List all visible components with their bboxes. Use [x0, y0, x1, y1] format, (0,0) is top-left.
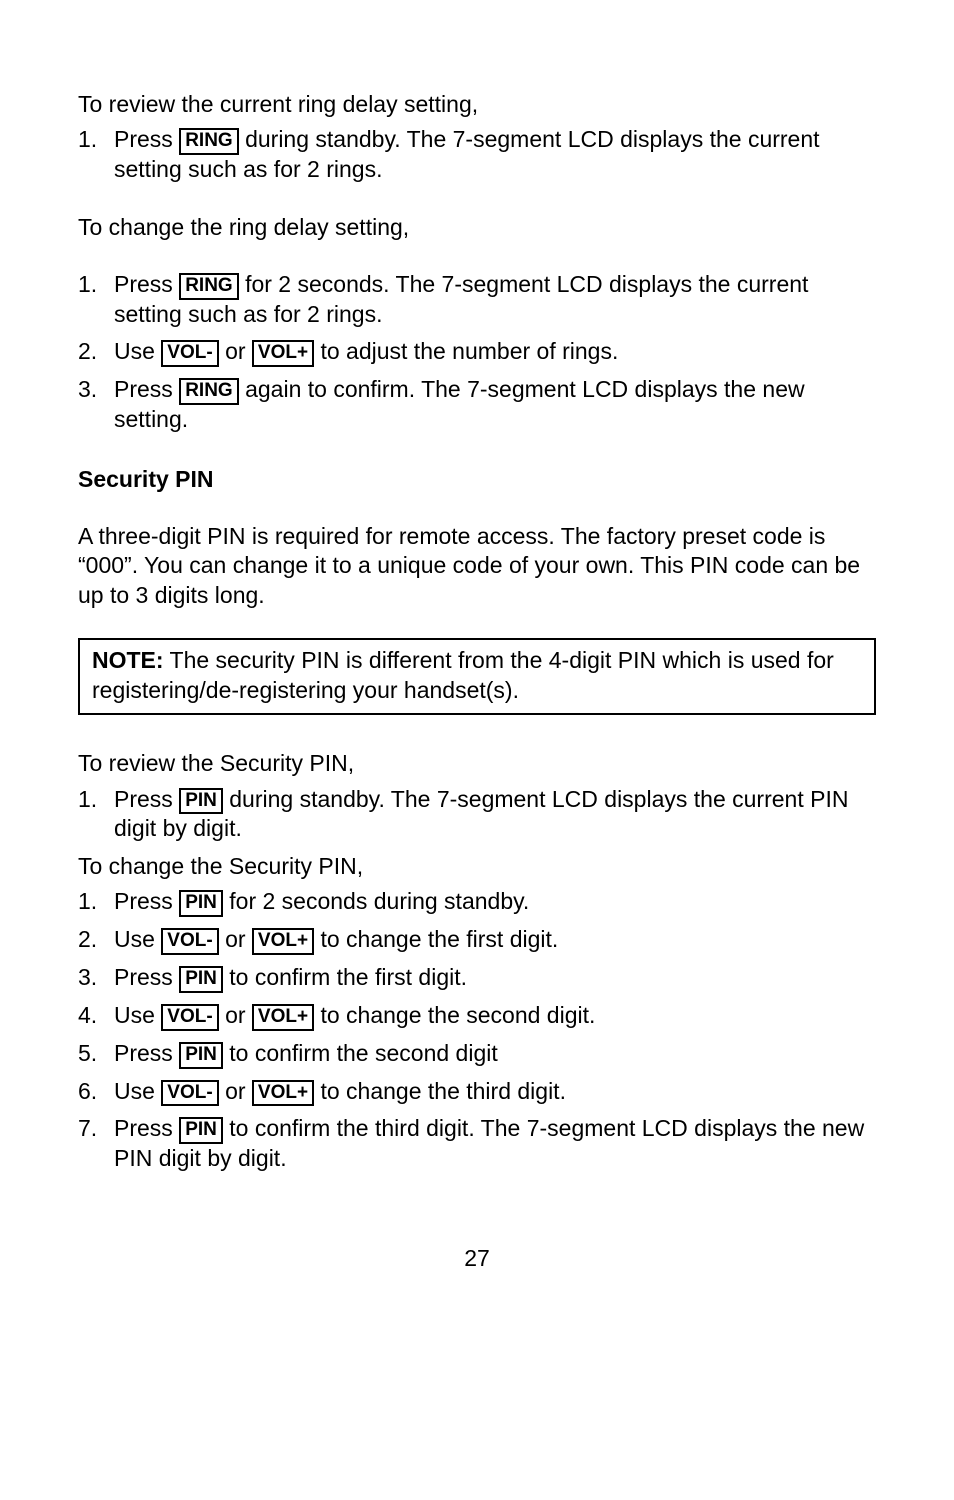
step-body: Press RING during standby. The 7-segment… [114, 125, 876, 184]
security-pin-paragraph: A three-digit PIN is required for remote… [78, 522, 876, 610]
vol-plus-key: VOL+ [252, 1004, 314, 1031]
step-number: 3. [78, 963, 114, 992]
step-number: 2. [78, 925, 114, 954]
review-security-pin-intro: To review the Security PIN, [78, 749, 876, 778]
step-body: Press PIN to confirm the second digit [114, 1039, 876, 1069]
step-body: Press PIN to confirm the first digit. [114, 963, 876, 993]
step-number: 7. [78, 1114, 114, 1143]
step-number: 1. [78, 887, 114, 916]
step-body: Press PIN during standby. The 7-segment … [114, 785, 876, 844]
step-number: 4. [78, 1001, 114, 1030]
review-ring-steps: 1. Press RING during standby. The 7-segm… [78, 125, 876, 184]
note-label: NOTE: [92, 647, 164, 673]
change-ring-intro: To change the ring delay setting, [78, 213, 876, 242]
step-number: 5. [78, 1039, 114, 1068]
step-body: Press PIN to confirm the third digit. Th… [114, 1114, 876, 1173]
ring-key: RING [179, 378, 239, 405]
step-body: Press RING again to confirm. The 7-segme… [114, 375, 876, 434]
review-ring-intro: To review the current ring delay setting… [78, 90, 876, 119]
security-pin-heading: Security PIN [78, 465, 876, 494]
change-security-pin-intro: To change the Security PIN, [78, 852, 876, 881]
vol-minus-key: VOL- [161, 1080, 218, 1107]
step-number: 1. [78, 125, 114, 154]
vol-minus-key: VOL- [161, 1004, 218, 1031]
page-number: 27 [78, 1244, 876, 1273]
note-box: NOTE: The security PIN is different from… [78, 638, 876, 715]
ring-key: RING [179, 273, 239, 300]
change-ring-steps: 1. Press RING for 2 seconds. The 7-segme… [78, 270, 876, 434]
vol-plus-key: VOL+ [252, 1080, 314, 1107]
vol-minus-key: VOL- [161, 928, 218, 955]
ring-key: RING [179, 128, 239, 155]
vol-plus-key: VOL+ [252, 928, 314, 955]
step-body: Use VOL- or VOL+ to change the first dig… [114, 925, 876, 955]
step-body: Use VOL- or VOL+ to change the second di… [114, 1001, 876, 1031]
step-number: 6. [78, 1077, 114, 1106]
pin-key: PIN [179, 1042, 223, 1069]
review-security-pin-steps: 1. Press PIN during standby. The 7-segme… [78, 785, 876, 844]
change-security-pin-steps: 1. Press PIN for 2 seconds during standb… [78, 887, 876, 1173]
step-number: 2. [78, 337, 114, 366]
pin-key: PIN [179, 890, 223, 917]
note-text: The security PIN is different from the 4… [92, 647, 834, 702]
pin-key: PIN [179, 966, 223, 993]
pin-key: PIN [179, 788, 223, 815]
step-number: 3. [78, 375, 114, 404]
vol-plus-key: VOL+ [252, 340, 314, 367]
step-number: 1. [78, 785, 114, 814]
pin-key: PIN [179, 1117, 223, 1144]
step-body: Press PIN for 2 seconds during standby. [114, 887, 876, 917]
vol-minus-key: VOL- [161, 340, 218, 367]
step-number: 1. [78, 270, 114, 299]
step-body: Use VOL- or VOL+ to change the third dig… [114, 1077, 876, 1107]
step-body: Use VOL- or VOL+ to adjust the number of… [114, 337, 876, 367]
step-body: Press RING for 2 seconds. The 7-segment … [114, 270, 876, 329]
